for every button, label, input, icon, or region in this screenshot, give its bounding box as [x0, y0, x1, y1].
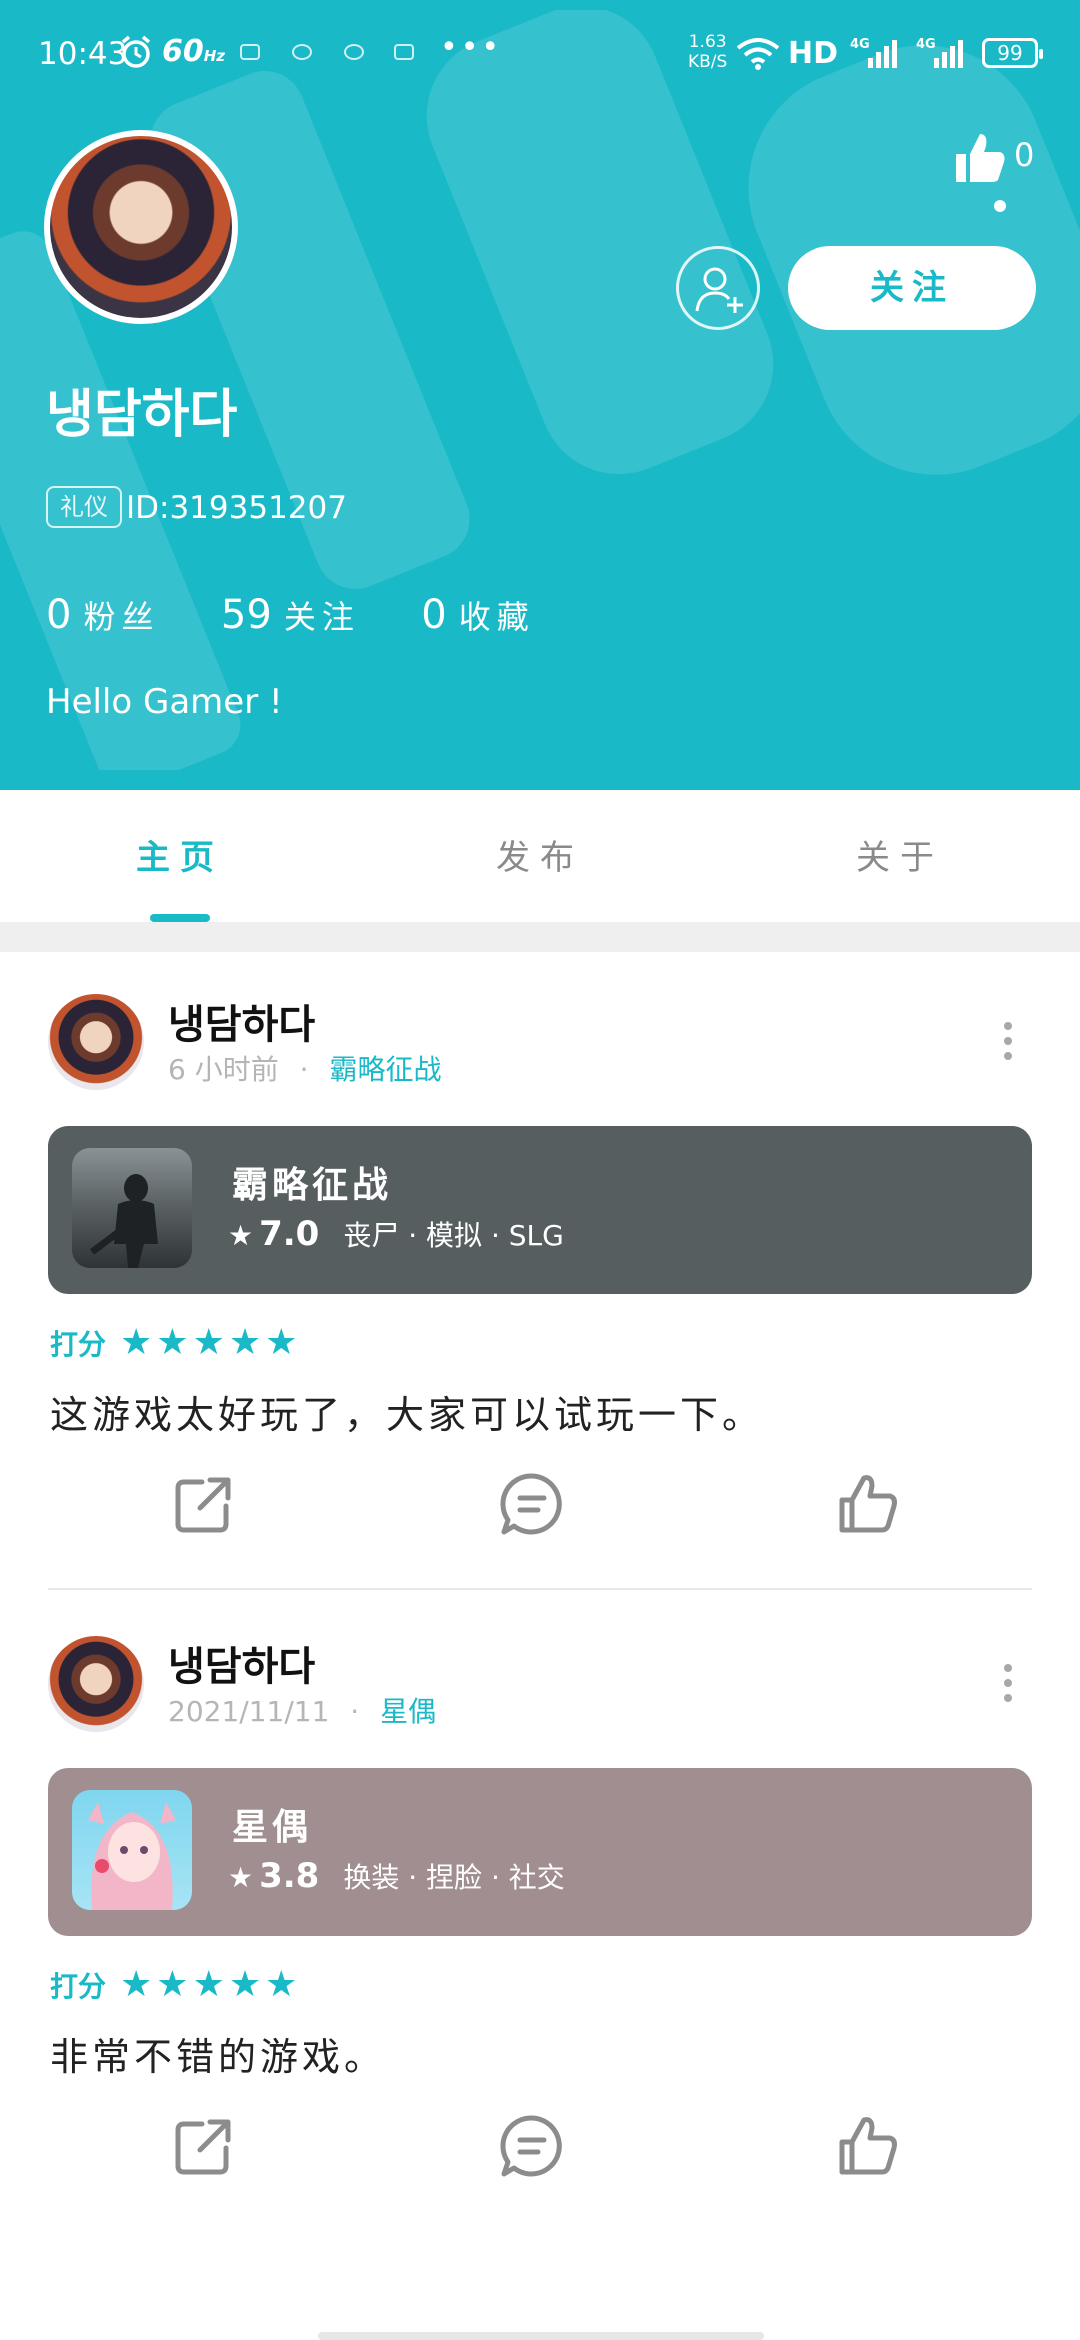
alarm-icon [121, 35, 151, 68]
post-time: 6 小时前 [168, 1053, 279, 1086]
game-title: 星偶 [232, 1807, 313, 1848]
separator: · [350, 1695, 360, 1728]
clock: 10:43 [38, 36, 128, 72]
game-icon [72, 1790, 192, 1910]
user-id: ID:319351207 [126, 490, 347, 526]
profile-avatar[interactable] [44, 130, 238, 324]
separator: · [299, 1053, 309, 1086]
profile-username: 냉담하다 [46, 385, 238, 445]
hd-indicator: HD [788, 36, 839, 71]
stat-fans[interactable]: 0 粉丝 [46, 592, 209, 638]
more-notifications-icon: ••• [440, 30, 503, 65]
post-rating: 打分 ★★★★★ [50, 1322, 302, 1363]
game-score: 3.8 [259, 1856, 320, 1896]
profile-stats: 0 粉丝 59 关注 0 收藏 [46, 592, 585, 638]
section-gap [0, 922, 1080, 952]
game-tags: 换装 · 捏脸 · 社交 [343, 1861, 565, 1894]
svg-text:4G: 4G [850, 37, 870, 52]
indicator-dot [994, 200, 1006, 212]
tab-bar: 主页 发布 关于 [0, 790, 1080, 918]
game-info: ★ 3.8 换装 · 捏脸 · 社交 [228, 1856, 565, 1896]
post-author-name[interactable]: 냉담하다 [168, 992, 315, 1050]
post-author-name[interactable]: 냉담하다 [168, 1634, 315, 1692]
post-meta: 6 小时前 · 霸略征战 [168, 1048, 441, 1088]
refresh-rate: 60Hz [162, 34, 226, 69]
tab-about[interactable]: 关于 [800, 830, 1000, 879]
follow-button[interactable]: 关注 [788, 246, 1036, 330]
game-tags: 丧尸 · 模拟 · SLG [343, 1219, 564, 1252]
tab-home[interactable]: 主页 [80, 830, 280, 879]
home-indicator[interactable] [318, 2332, 764, 2340]
stat-favorites[interactable]: 0 收藏 [421, 592, 584, 638]
rating-stars-icon: ★★★★★ [120, 1964, 302, 2005]
battery-icon: 99 [982, 38, 1043, 68]
game-icon [72, 1148, 192, 1268]
network-speed: 1.63 KB/S [688, 32, 728, 72]
post-text: 非常不错的游戏。 [50, 2035, 387, 2079]
like-count: 0 [1014, 136, 1035, 174]
profile-header: 10:43 60Hz ••• 1.63 KB/S HD 4G 4G 99 0 关… [0, 0, 1080, 790]
add-user-icon [695, 267, 743, 313]
feed-post: 냉담하다 6 小时前 · 霸略征战 霸略征战 ★ 7.0 丧尸 · 模拟 · SLG… [0, 952, 1080, 1592]
thumbs-up-icon[interactable] [836, 1472, 900, 1536]
comment-icon[interactable] [500, 2114, 564, 2178]
profile-bio: Hello Gamer ! [46, 682, 283, 722]
post-meta: 2021/11/11 · 星偶 [168, 1690, 436, 1730]
stat-following[interactable]: 59 关注 [221, 592, 410, 638]
post-text: 这游戏太好玩了，大家可以试玩一下。 [50, 1393, 765, 1437]
thumbs-up-icon[interactable] [952, 132, 1006, 184]
star-icon: ★ [228, 1219, 254, 1252]
post-game-tag[interactable]: 霸略征战 [329, 1053, 441, 1086]
more-options-icon[interactable] [998, 1664, 1018, 1708]
notification-icon [394, 44, 414, 60]
post-author-avatar[interactable] [48, 1636, 144, 1732]
status-bar: 10:43 60Hz ••• 1.63 KB/S HD 4G 4G 99 [0, 0, 1080, 110]
feed-post: 냉담하다 2021/11/11 · 星偶 星偶 ★ 3.8 换装 · 捏脸 · 社交… [0, 1594, 1080, 2234]
game-card[interactable]: 星偶 ★ 3.8 换装 · 捏脸 · 社交 [48, 1768, 1032, 1936]
notification-icon [292, 44, 312, 60]
comment-icon[interactable] [500, 1472, 564, 1536]
signal-icon: 4G [916, 37, 963, 68]
game-score: 7.0 [259, 1214, 320, 1254]
game-title: 霸略征战 [232, 1165, 393, 1206]
notification-icon [344, 44, 364, 60]
star-icon: ★ [228, 1861, 254, 1894]
post-divider [48, 1588, 1032, 1590]
share-icon[interactable] [172, 2114, 236, 2178]
tab-indicator [150, 914, 210, 922]
post-rating: 打分 ★★★★★ [50, 1964, 302, 2005]
more-options-icon[interactable] [998, 1022, 1018, 1066]
notification-icon [240, 44, 260, 60]
post-time: 2021/11/11 [168, 1695, 330, 1728]
share-icon[interactable] [172, 1472, 236, 1536]
post-game-tag[interactable]: 星偶 [380, 1695, 436, 1728]
add-friend-button[interactable] [676, 246, 760, 330]
tab-posts[interactable]: 发布 [440, 830, 640, 879]
wifi-icon [736, 38, 780, 70]
user-badge[interactable]: 礼仪 [46, 486, 122, 528]
svg-text:4G: 4G [916, 37, 936, 52]
game-card[interactable]: 霸略征战 ★ 7.0 丧尸 · 模拟 · SLG [48, 1126, 1032, 1294]
thumbs-up-icon[interactable] [836, 2114, 900, 2178]
post-author-avatar[interactable] [48, 994, 144, 1090]
rating-stars-icon: ★★★★★ [120, 1322, 302, 1363]
game-info: ★ 7.0 丧尸 · 模拟 · SLG [228, 1214, 564, 1254]
signal-icon: 4G [850, 37, 897, 68]
